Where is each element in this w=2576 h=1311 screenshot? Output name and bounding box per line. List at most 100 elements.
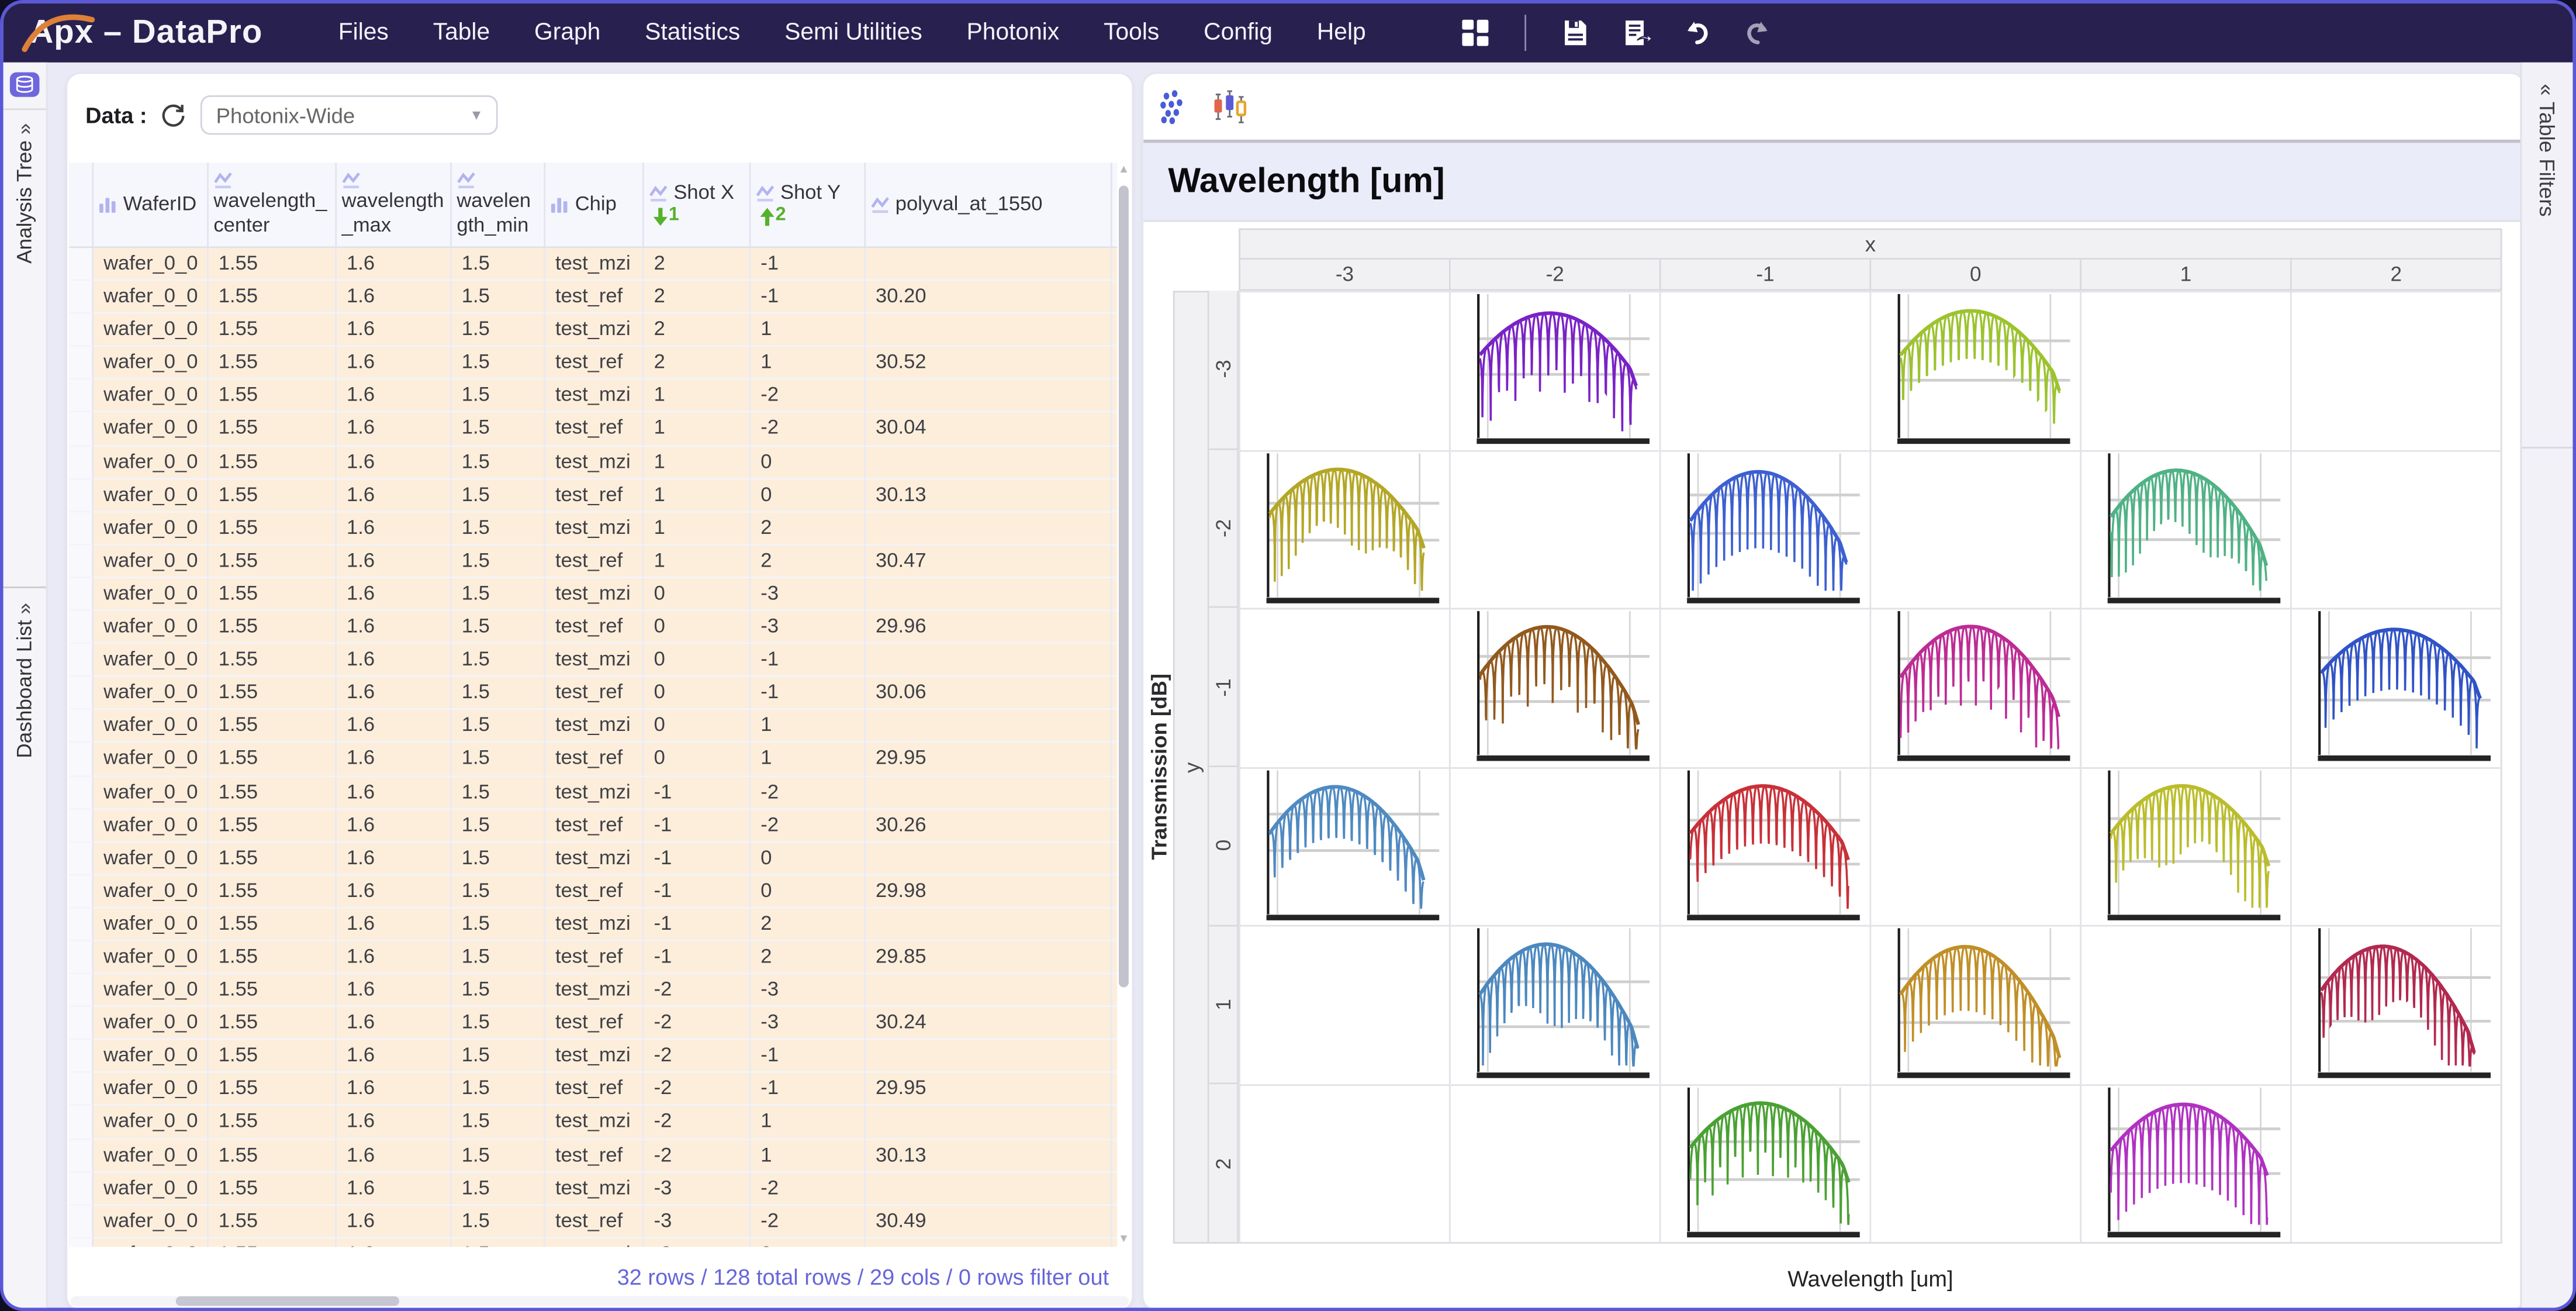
column-header-polyval-at-1550[interactable]: polyval_at_1550: [866, 163, 1112, 246]
menu-item-table[interactable]: Table: [433, 20, 490, 46]
table-cell: [866, 908, 1112, 941]
table-row[interactable]: wafer_0_01.551.61.5test_mzi21: [69, 314, 1117, 347]
facet-y-ticks: -3-2-1012: [1209, 291, 1239, 1244]
table-row[interactable]: wafer_0_01.551.61.5test_ref-2130.13: [69, 1139, 1117, 1172]
facet-cell-x1-y2: [2080, 1084, 2290, 1242]
table-cell: 2: [644, 281, 751, 314]
column-header-shot-x[interactable]: Shot X1: [644, 163, 751, 246]
y-axis-label: Transmission [dB]: [1143, 291, 1173, 1244]
facet-cell-x2-y2: [2290, 1084, 2501, 1242]
table-row[interactable]: wafer_0_01.551.61.5test_ref-1029.98: [69, 875, 1117, 908]
save-icon[interactable]: [1561, 18, 1591, 48]
menu-item-tools[interactable]: Tools: [1104, 20, 1159, 46]
facet-cell-x2-y1: [2290, 925, 2501, 1084]
table-row[interactable]: wafer_0_01.551.61.5test_ref2130.52: [69, 347, 1117, 380]
column-header-wavelength-max[interactable]: wavelength_max: [337, 163, 452, 246]
box-plot-icon[interactable]: [1212, 89, 1249, 125]
table-row[interactable]: wafer_0_01.551.61.5test_mzi-21: [69, 1106, 1117, 1139]
table-row[interactable]: wafer_0_01.551.61.5test_ref2-130.20: [69, 281, 1117, 314]
table-row[interactable]: wafer_0_01.551.61.5test_mzi2-1: [69, 248, 1117, 281]
spectrum-plot-x-3-y0: [1240, 768, 1449, 924]
table-row[interactable]: wafer_0_01.551.61.5test_ref1030.13: [69, 479, 1117, 512]
spectrum-plot-x2-y1: [2292, 927, 2501, 1084]
table-row[interactable]: wafer_0_01.551.61.5test_mzi-2-3: [69, 974, 1117, 1007]
table-cell: 1.6: [337, 479, 452, 512]
dataset-dropdown[interactable]: Photonix-Wide ▾: [200, 95, 497, 134]
menu-item-files[interactable]: Files: [338, 20, 389, 46]
table-row[interactable]: wafer_0_01.551.61.5test_ref0-329.96: [69, 611, 1117, 644]
table-row[interactable]: wafer_0_01.551.61.5test_ref-1229.85: [69, 941, 1117, 974]
table-row[interactable]: wafer_0_01.551.61.5test_mzi0-3: [69, 578, 1117, 611]
scroll-up-icon[interactable]: ▲: [1117, 164, 1130, 176]
table-cell: 1.6: [337, 1205, 452, 1238]
sidebar-item-analysis-tree[interactable]: Analysis Tree »: [4, 108, 46, 588]
table-row[interactable]: wafer_0_01.551.61.5test_mzi1-2: [69, 380, 1117, 413]
column-header-chip[interactable]: Chip: [545, 163, 644, 246]
table-row[interactable]: wafer_0_01.551.61.5test_mzi01: [69, 710, 1117, 743]
table-cell: test_mzi: [545, 974, 644, 1007]
table-cell: 30.24: [866, 1008, 1112, 1040]
menu-item-statistics[interactable]: Statistics: [645, 20, 740, 46]
menu-item-graph[interactable]: Graph: [534, 20, 600, 46]
column-header-wavelength-center[interactable]: wavelength_center: [209, 163, 337, 246]
table-cell: wafer_0_0: [94, 644, 209, 677]
scroll-down-icon[interactable]: ▼: [1117, 1234, 1130, 1246]
table-row[interactable]: wafer_0_01.551.61.5test_mzi12: [69, 512, 1117, 545]
menu-item-photonix[interactable]: Photonix: [967, 20, 1060, 46]
table-row[interactable]: wafer_0_01.551.61.5test_ref0-130.06: [69, 677, 1117, 710]
table-cell: 1.6: [337, 1074, 452, 1106]
undo-icon[interactable]: [1683, 18, 1713, 48]
table-row[interactable]: wafer_0_01.551.61.5test_mzi-10: [69, 842, 1117, 875]
table-row[interactable]: wafer_0_01.551.61.5test_mzi0-1: [69, 644, 1117, 677]
table-row[interactable]: wafer_0_01.551.61.5test_ref0129.95: [69, 743, 1117, 776]
table-cell: 1.5: [452, 776, 545, 809]
export-note-icon[interactable]: [1622, 18, 1652, 48]
table-row[interactable]: wafer_0_01.551.61.5test_mzi-1-2: [69, 776, 1117, 809]
bar-chart-icon: [99, 195, 119, 213]
table-cell: -1: [644, 941, 751, 974]
sidebar-item-dashboard-list[interactable]: Dashboard List »: [4, 590, 46, 1083]
table-cell: -1: [644, 776, 751, 809]
table-row[interactable]: wafer_0_01.551.61.5test_ref1230.47: [69, 545, 1117, 578]
table-row[interactable]: wafer_0_01.551.61.5test_ref-2-330.24: [69, 1008, 1117, 1040]
table-cell: 1.55: [209, 1106, 337, 1139]
vertical-scroll-thumb[interactable]: [1119, 185, 1129, 988]
menu-item-config[interactable]: Config: [1204, 20, 1273, 46]
scatter-plot-icon[interactable]: [1158, 89, 1194, 125]
table-cell: 1.5: [452, 578, 545, 611]
column-header-shot-y[interactable]: Shot Y2: [751, 163, 866, 246]
facet-cell-x-1-y0: [1659, 767, 1870, 925]
column-header-wavelength-min[interactable]: wavelength_min: [452, 163, 545, 246]
table-cell: 1: [644, 380, 751, 413]
table-cell: test_mzi: [545, 1106, 644, 1139]
data-source-button[interactable]: [10, 73, 40, 97]
facet-y-tick: 0: [1209, 767, 1239, 926]
table-horizontal-scrollbar[interactable]: [71, 1296, 1129, 1306]
menu-item-help[interactable]: Help: [1317, 20, 1366, 46]
table-row[interactable]: wafer_0_01.551.61.5test_mzi-2-1: [69, 1040, 1117, 1073]
table-cell: 1.5: [452, 974, 545, 1007]
table-cell: test_mzi: [545, 446, 644, 479]
horizontal-scroll-thumb[interactable]: [177, 1296, 399, 1306]
table-row[interactable]: wafer_0_01.551.61.5test_mzi-30: [69, 1238, 1117, 1247]
table-cell: 1.5: [452, 380, 545, 413]
table-cell: test_mzi: [545, 776, 644, 809]
redo-icon[interactable]: [1744, 18, 1773, 48]
table-filters-tab[interactable]: « Table Filters: [2522, 63, 2572, 448]
table-cell: 1.5: [452, 281, 545, 314]
table-vertical-scrollbar[interactable]: ▲ ▼: [1117, 163, 1130, 1247]
refresh-icon[interactable]: [158, 101, 186, 129]
column-header-waferid[interactable]: WaferID: [94, 163, 209, 246]
table-row[interactable]: wafer_0_01.551.61.5test_ref-1-230.26: [69, 809, 1117, 842]
table-cell: 30.49: [866, 1205, 1112, 1238]
table-cell: test_mzi: [545, 1238, 644, 1247]
layout-grid-icon[interactable]: [1461, 18, 1491, 48]
table-row[interactable]: wafer_0_01.551.61.5test_mzi-3-2: [69, 1172, 1117, 1205]
menu-item-semi-utilities[interactable]: Semi Utilities: [784, 20, 922, 46]
table-row[interactable]: wafer_0_01.551.61.5test_mzi-12: [69, 908, 1117, 941]
table-row[interactable]: wafer_0_01.551.61.5test_mzi10: [69, 446, 1117, 479]
table-row[interactable]: wafer_0_01.551.61.5test_ref1-230.04: [69, 413, 1117, 446]
row-filler-cell: [1112, 677, 1117, 710]
table-row[interactable]: wafer_0_01.551.61.5test_ref-3-230.49: [69, 1205, 1117, 1238]
table-row[interactable]: wafer_0_01.551.61.5test_ref-2-129.95: [69, 1074, 1117, 1106]
